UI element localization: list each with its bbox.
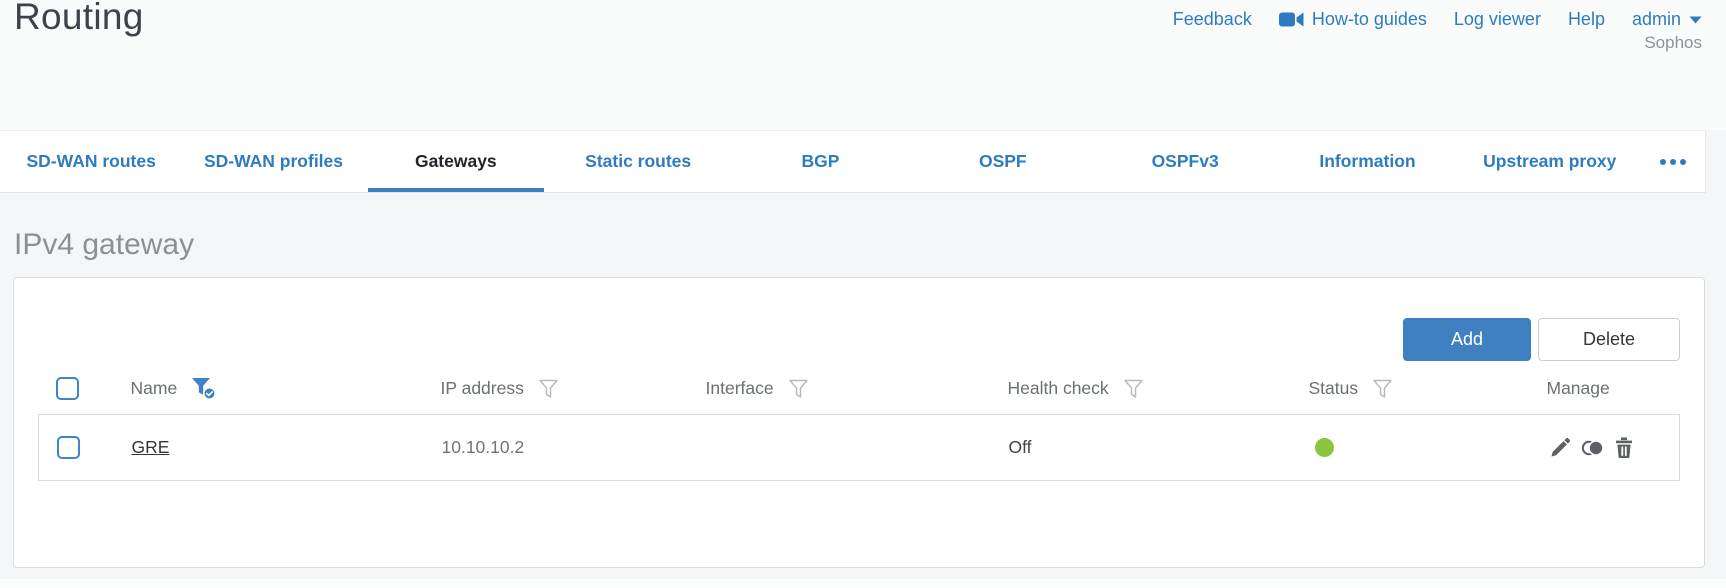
- table-row: GRE 10.10.10.2 Off: [38, 414, 1680, 481]
- row-checkbox[interactable]: [57, 436, 80, 459]
- filter-icon[interactable]: [1122, 378, 1145, 400]
- tab-ospf[interactable]: OSPF: [912, 131, 1094, 192]
- gateway-ip: 10.10.10.2: [441, 437, 525, 457]
- tab-static-routes[interactable]: Static routes: [547, 131, 729, 192]
- howto-guides-link[interactable]: How-to guides: [1278, 9, 1427, 30]
- feedback-link[interactable]: Feedback: [1173, 9, 1252, 30]
- bottom-strip: [0, 579, 1726, 588]
- ellipsis-icon: [1659, 158, 1666, 165]
- more-tabs-button[interactable]: [1641, 131, 1705, 192]
- tab-ospfv3[interactable]: OSPFv3: [1094, 131, 1276, 192]
- edit-pencil-icon[interactable]: [1548, 436, 1572, 460]
- column-header-manage: Manage: [1546, 378, 1610, 398]
- content-area: IPv4 gateway Add Delete Name IP address …: [0, 193, 1726, 588]
- filter-active-icon[interactable]: [190, 376, 217, 401]
- page-title: Routing: [14, 0, 144, 37]
- section-heading: IPv4 gateway: [14, 228, 195, 261]
- manage-actions: [1548, 436, 1679, 460]
- tab-gateways[interactable]: Gateways: [365, 131, 547, 192]
- page-header: Routing Feedback How-to guides Log viewe…: [0, 0, 1726, 130]
- add-button[interactable]: Add: [1403, 318, 1531, 361]
- tab-bgp[interactable]: BGP: [729, 131, 911, 192]
- caret-down-icon: [1689, 16, 1702, 23]
- tab-information[interactable]: Information: [1276, 131, 1458, 192]
- filter-icon[interactable]: [537, 378, 560, 400]
- video-camera-icon: [1278, 12, 1304, 27]
- tab-sdwan-profiles[interactable]: SD-WAN profiles: [182, 131, 364, 192]
- gateway-panel: Add Delete Name IP address Interface Hea…: [13, 277, 1705, 568]
- delete-button[interactable]: Delete: [1538, 318, 1680, 361]
- help-link[interactable]: Help: [1568, 9, 1605, 30]
- howto-guides-label: How-to guides: [1311, 9, 1427, 29]
- column-header-ip: IP address: [440, 378, 524, 398]
- filter-icon[interactable]: [1371, 378, 1394, 400]
- column-header-interface: Interface: [705, 378, 774, 398]
- tab-bar: SD-WAN routes SD-WAN profiles Gateways S…: [0, 130, 1706, 193]
- brand-label: Sophos: [1644, 33, 1702, 52]
- gateway-name-link[interactable]: GRE: [132, 437, 170, 457]
- column-header-health: Health check: [1007, 378, 1109, 398]
- status-dot-green: [1314, 438, 1334, 457]
- header-links: Feedback How-to guides Log viewer Help a…: [1173, 9, 1702, 30]
- column-header-name: Name: [130, 378, 178, 398]
- admin-label: admin: [1631, 9, 1681, 29]
- gateway-table: Name IP address Interface Health check S…: [38, 376, 1680, 481]
- table-header-row: Name IP address Interface Health check S…: [39, 376, 1680, 415]
- gateway-health-check: Off: [1008, 437, 1032, 457]
- select-all-checkbox[interactable]: [55, 377, 79, 400]
- trash-icon[interactable]: [1614, 437, 1634, 459]
- clone-icon[interactable]: [1581, 439, 1605, 457]
- filter-icon[interactable]: [787, 378, 810, 400]
- column-header-status: Status: [1308, 378, 1359, 398]
- admin-menu[interactable]: admin: [1632, 9, 1702, 30]
- toolbar: Add Delete: [38, 318, 1680, 361]
- log-viewer-link[interactable]: Log viewer: [1454, 9, 1541, 30]
- tab-sdwan-routes[interactable]: SD-WAN routes: [0, 131, 182, 192]
- tab-upstream-proxy[interactable]: Upstream proxy: [1459, 131, 1641, 192]
